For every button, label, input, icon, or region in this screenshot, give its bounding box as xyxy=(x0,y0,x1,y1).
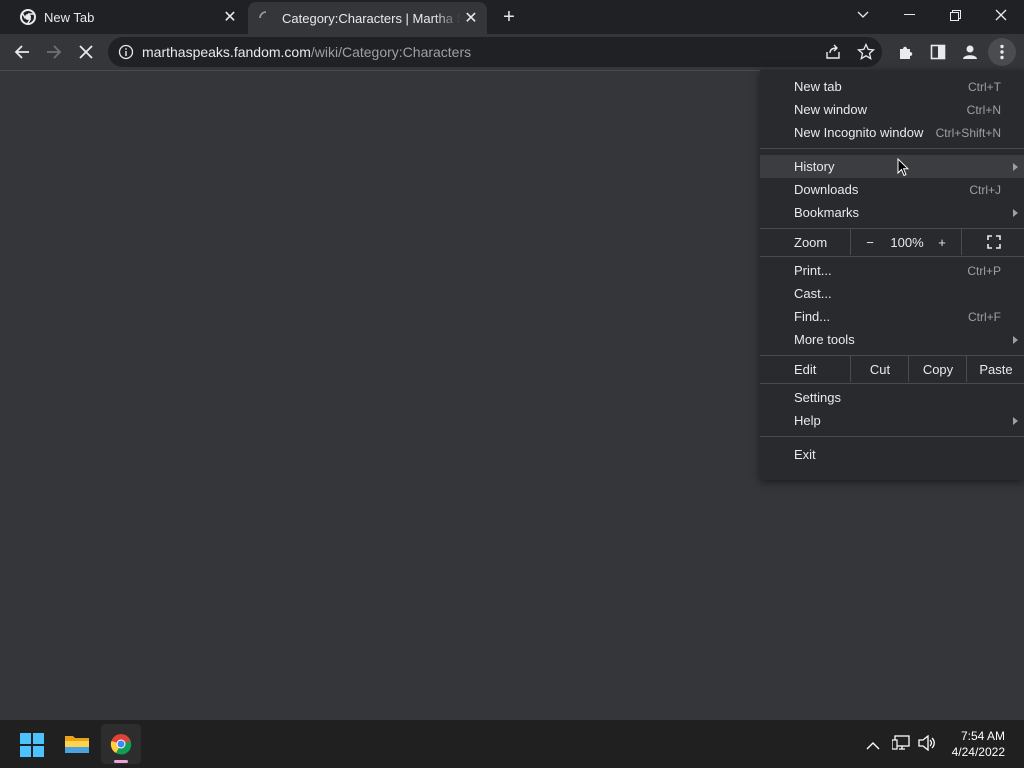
address-bar[interactable]: marthaspeaks.fandom.com/wiki/Category:Ch… xyxy=(108,37,882,67)
tab-title: New Tab xyxy=(44,9,95,25)
menu-divider xyxy=(760,148,1024,149)
menu-divider xyxy=(760,436,1024,437)
submenu-arrow-icon xyxy=(1013,409,1018,432)
close-window-icon[interactable] xyxy=(978,0,1024,30)
menu-shortcut: Ctrl+N xyxy=(966,102,1001,117)
tab-strip: New Tab ✕ Category:Characters | Martha S… xyxy=(0,0,1024,34)
network-icon[interactable] xyxy=(891,735,910,756)
menu-shortcut: Ctrl+P xyxy=(967,263,1001,278)
taskbar: 7:54 AM 4/24/2022 xyxy=(0,720,1024,768)
menu-label: More tools xyxy=(794,332,855,347)
menu-item-history[interactable]: History xyxy=(760,155,1024,178)
browser-toolbar: marthaspeaks.fandom.com/wiki/Category:Ch… xyxy=(0,34,1024,71)
menu-shortcut: Ctrl+F xyxy=(968,309,1001,324)
share-icon[interactable] xyxy=(824,43,842,66)
edit-label: Edit xyxy=(794,361,817,377)
extensions-puzzle-icon[interactable] xyxy=(892,38,920,66)
zoom-out-button[interactable]: − xyxy=(850,229,889,255)
menu-label: New window xyxy=(794,102,867,117)
close-tab-icon[interactable]: ✕ xyxy=(220,7,240,27)
zoom-level-value: 100% xyxy=(890,234,924,250)
menu-item-downloads[interactable]: Downloads Ctrl+J xyxy=(760,178,1024,201)
cut-button[interactable]: Cut xyxy=(850,356,909,382)
stop-loading-icon[interactable] xyxy=(72,38,100,66)
menu-item-more-tools[interactable]: More tools xyxy=(760,328,1024,351)
menu-label: Help xyxy=(794,413,821,428)
menu-item-cast[interactable]: Cast... xyxy=(760,282,1024,305)
minimize-icon[interactable] xyxy=(886,0,932,30)
more-vert-menu-icon[interactable] xyxy=(988,38,1016,66)
close-tab-icon[interactable]: ✕ xyxy=(461,8,481,28)
chrome-taskbar-button[interactable] xyxy=(101,724,141,764)
forward-arrow-icon[interactable] xyxy=(40,38,68,66)
submenu-arrow-icon xyxy=(1013,201,1018,224)
menu-label: Print... xyxy=(794,263,832,278)
menu-label: New Incognito window xyxy=(794,125,924,140)
menu-item-find[interactable]: Find... Ctrl+F xyxy=(760,305,1024,328)
menu-label: Exit xyxy=(794,447,816,462)
menu-label: Find... xyxy=(794,309,831,324)
side-panel-icon[interactable] xyxy=(924,38,952,66)
submenu-arrow-icon xyxy=(1013,328,1018,351)
url-host: marthaspeaks.fandom.com xyxy=(142,44,311,60)
paste-button[interactable]: Paste xyxy=(966,356,1024,382)
profile-avatar-icon[interactable] xyxy=(956,38,984,66)
url-path: /wiki/Category:Characters xyxy=(310,44,472,60)
chrome-icon xyxy=(110,733,132,760)
chrome-icon xyxy=(20,9,36,25)
tab-active-category-characters[interactable]: Category:Characters | Martha Speaks Wiki… xyxy=(248,2,487,34)
zoom-in-button[interactable]: + xyxy=(926,229,958,255)
menu-row-zoom: Zoom − 100% + xyxy=(760,229,1024,255)
menu-label: New tab xyxy=(794,79,842,94)
menu-shortcut: Ctrl+T xyxy=(968,79,1001,94)
menu-item-settings[interactable]: Settings xyxy=(760,386,1024,409)
tab-title: Category:Characters | Martha Speaks Wiki… xyxy=(282,10,461,26)
tab-search-chevron-down-icon[interactable] xyxy=(840,0,886,30)
mouse-pointer-icon xyxy=(897,157,910,182)
menu-label: Cast... xyxy=(794,286,832,301)
menu-item-help[interactable]: Help xyxy=(760,409,1024,432)
active-app-indicator xyxy=(114,760,128,763)
chrome-main-menu: New tab Ctrl+T New window Ctrl+N New Inc… xyxy=(760,70,1024,480)
clock-time: 7:54 AM xyxy=(960,729,1005,743)
volume-icon[interactable] xyxy=(918,734,936,756)
menu-label: Bookmarks xyxy=(794,205,860,220)
menu-label: Downloads xyxy=(794,182,859,197)
menu-shortcut: Ctrl+J xyxy=(969,182,1001,197)
menu-label: History xyxy=(794,159,835,174)
fullscreen-icon[interactable] xyxy=(961,229,1024,255)
menu-label: Settings xyxy=(794,390,841,405)
show-hidden-icons-chevron-up-icon[interactable] xyxy=(866,737,880,755)
new-tab-button[interactable]: + xyxy=(497,5,521,29)
menu-divider xyxy=(760,383,1024,384)
menu-item-new-window[interactable]: New window Ctrl+N xyxy=(760,98,1024,121)
tab-new-tab[interactable]: New Tab ✕ xyxy=(0,0,246,34)
file-explorer-icon[interactable] xyxy=(64,733,90,760)
menu-item-new-incognito-window[interactable]: New Incognito window Ctrl+Shift+N xyxy=(760,121,1024,144)
menu-row-edit: Edit Cut Copy Paste xyxy=(760,356,1024,382)
menu-item-exit[interactable]: Exit xyxy=(760,443,1024,466)
system-clock[interactable]: 7:54 AM 4/24/2022 xyxy=(952,728,1005,760)
menu-divider xyxy=(760,256,1024,257)
windows-start-icon[interactable] xyxy=(20,733,44,762)
loading-spinner-icon xyxy=(258,10,274,26)
menu-item-new-tab[interactable]: New tab Ctrl+T xyxy=(760,75,1024,98)
submenu-arrow-icon xyxy=(1013,155,1018,178)
url-text: marthaspeaks.fandom.com/wiki/Category:Ch… xyxy=(142,44,471,60)
bookmark-star-icon[interactable] xyxy=(856,42,876,66)
site-info-icon[interactable] xyxy=(118,44,134,65)
copy-button[interactable]: Copy xyxy=(908,356,967,382)
zoom-label: Zoom xyxy=(794,234,828,250)
menu-item-print[interactable]: Print... Ctrl+P xyxy=(760,259,1024,282)
menu-shortcut: Ctrl+Shift+N xyxy=(935,125,1001,140)
menu-item-bookmarks[interactable]: Bookmarks xyxy=(760,201,1024,224)
clock-date: 4/24/2022 xyxy=(951,745,1005,759)
restore-icon[interactable] xyxy=(932,0,978,30)
back-arrow-icon[interactable] xyxy=(8,38,36,66)
